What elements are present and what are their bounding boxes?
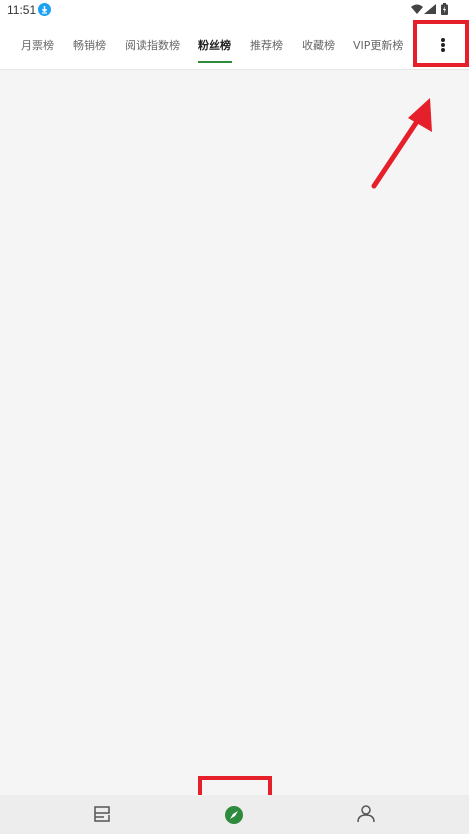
- more-vertical-icon-dot: [441, 48, 445, 52]
- signal-icon: [424, 4, 436, 14]
- tab-recommend[interactable]: 推荐榜: [250, 37, 283, 53]
- tab-monthly-ticket[interactable]: 月票榜: [21, 37, 54, 53]
- bottom-navigation: [0, 795, 469, 834]
- more-vertical-icon-dot: [441, 43, 445, 47]
- active-tab-indicator: [198, 61, 232, 63]
- status-time: 11:51: [7, 3, 37, 17]
- more-vertical-icon: [441, 38, 445, 42]
- tab-favorites[interactable]: 收藏榜: [302, 37, 335, 53]
- bookshelf-icon[interactable]: [92, 805, 112, 823]
- battery-icon: [441, 3, 448, 15]
- tab-vip-update[interactable]: VIP更新榜: [353, 37, 403, 53]
- more-options-button[interactable]: [413, 20, 469, 67]
- app-screen: 11:51 月票榜 畅销榜 阅读指数榜 粉丝榜 推荐榜 收藏榜 VIP更新榜: [0, 0, 469, 834]
- wifi-icon: [411, 4, 423, 14]
- ranking-content-area: [0, 71, 469, 771]
- status-bar: 11:51: [0, 0, 469, 20]
- tab-bestseller[interactable]: 畅销榜: [73, 37, 106, 53]
- tab-fans[interactable]: 粉丝榜: [198, 37, 231, 53]
- person-icon[interactable]: [357, 805, 375, 823]
- compass-icon[interactable]: [225, 806, 243, 824]
- ranking-tab-bar: 月票榜 畅销榜 阅读指数榜 粉丝榜 推荐榜 收藏榜 VIP更新榜: [0, 20, 469, 70]
- tab-reading-index[interactable]: 阅读指数榜: [125, 37, 180, 53]
- download-notification-icon: [38, 3, 51, 16]
